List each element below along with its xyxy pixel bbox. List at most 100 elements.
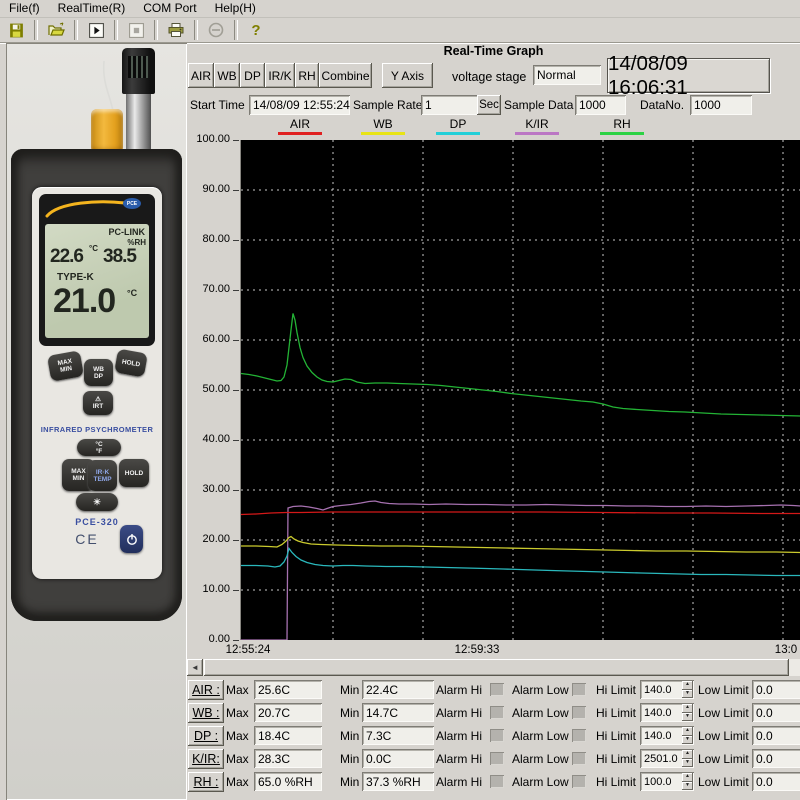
max-value-field[interactable]: 18.4C bbox=[254, 726, 322, 745]
y-axis-button[interactable]: Y Axis bbox=[382, 63, 433, 88]
max-value-field[interactable]: 65.0 %RH bbox=[254, 772, 322, 791]
chart-plot-area bbox=[240, 140, 800, 640]
start-button[interactable] bbox=[83, 19, 109, 41]
scrollbar-left-arrow[interactable]: ◄ bbox=[187, 659, 203, 676]
voltage-stage-label: voltage stage bbox=[452, 70, 526, 84]
row-channel-button-rh[interactable]: RH : bbox=[188, 772, 224, 792]
channel-button-dp[interactable]: DP bbox=[240, 63, 265, 88]
row-channel-button-air[interactable]: AIR : bbox=[188, 680, 224, 700]
toolbar-separator bbox=[234, 20, 238, 40]
min-label: Min bbox=[340, 775, 359, 789]
spinner-down-icon[interactable]: ▼ bbox=[682, 759, 693, 768]
spinner-up-icon[interactable]: ▲ bbox=[682, 773, 693, 782]
low-limit-field[interactable]: 0.0 bbox=[752, 726, 800, 745]
device-key-irk-temp: IR·KTEMP bbox=[88, 460, 117, 491]
print-button[interactable] bbox=[163, 19, 189, 41]
hi-limit-spinner[interactable]: ▲▼ bbox=[682, 750, 693, 767]
series-rh bbox=[241, 314, 800, 417]
min-value-field[interactable]: 0.0C bbox=[362, 749, 434, 768]
sample-rate-field[interactable]: 1 bbox=[421, 95, 479, 115]
y-axis-tick-label: 100.00 bbox=[196, 133, 230, 145]
x-axis-tick-label: 12:59:33 bbox=[455, 644, 500, 656]
max-value-field[interactable]: 25.6C bbox=[254, 680, 322, 699]
low-limit-field[interactable]: 0.0 bbox=[752, 703, 800, 722]
alarm-low-indicator bbox=[572, 683, 586, 696]
channel-button-combine[interactable]: Combine bbox=[319, 63, 372, 88]
y-axis-tick bbox=[233, 140, 239, 141]
spinner-up-icon[interactable]: ▲ bbox=[682, 704, 693, 713]
channel-button-wb[interactable]: WB bbox=[214, 63, 240, 88]
low-limit-label: Low Limit bbox=[698, 729, 749, 743]
clock-display: 14/08/09 16:06:31 bbox=[607, 58, 770, 93]
channel-button-irk[interactable]: IR/K bbox=[265, 63, 295, 88]
menu-help[interactable]: Help(H) bbox=[206, 0, 265, 17]
legend-label: AIR bbox=[278, 117, 322, 131]
hi-limit-spinner[interactable]: ▲▼ bbox=[682, 773, 693, 790]
start-time-field[interactable]: 14/08/09 12:55:24 bbox=[249, 95, 350, 115]
low-limit-field[interactable]: 0.0 bbox=[752, 680, 800, 699]
low-limit-field[interactable]: 0.0 bbox=[752, 749, 800, 768]
disconnect-button[interactable] bbox=[203, 19, 229, 41]
hi-limit-field[interactable]: 140.0▲▼ bbox=[640, 726, 694, 745]
hi-limit-field[interactable]: 140.0▲▼ bbox=[640, 703, 694, 722]
device-photo-panel: PCE PC-LINK %RH 22.6 °C 38.5 TYPE-K 21.0… bbox=[6, 43, 187, 800]
hi-limit-field[interactable]: 140.0▲▼ bbox=[640, 680, 694, 699]
x-axis-tick-label: 12:55:24 bbox=[226, 644, 271, 656]
save-icon bbox=[8, 22, 25, 39]
lcd-main-unit: °C bbox=[127, 288, 137, 298]
row-channel-button-wb[interactable]: WB : bbox=[188, 703, 224, 723]
spinner-down-icon[interactable]: ▼ bbox=[682, 690, 693, 699]
channel-button-rh[interactable]: RH bbox=[295, 63, 319, 88]
device-key-wb-dp: WBDP bbox=[84, 359, 113, 386]
min-value-field[interactable]: 37.3 %RH bbox=[362, 772, 434, 791]
menu-realtime[interactable]: RealTime(R) bbox=[49, 0, 135, 17]
printer-icon bbox=[167, 22, 185, 38]
min-value-field[interactable]: 14.7C bbox=[362, 703, 434, 722]
sample-data-label: Sample Data bbox=[504, 98, 573, 112]
open-button[interactable] bbox=[43, 19, 69, 41]
row-channel-button-dp[interactable]: DP : bbox=[188, 726, 224, 746]
readout-row-dp: DP :Max18.4CMin7.3CAlarm HiAlarm LowHi L… bbox=[187, 725, 800, 748]
play-icon bbox=[88, 22, 105, 39]
hi-limit-field[interactable]: 100.0▲▼ bbox=[640, 772, 694, 791]
legend-item-rh: RH bbox=[600, 117, 644, 135]
max-value-field[interactable]: 28.3C bbox=[254, 749, 322, 768]
y-axis-tick bbox=[233, 440, 239, 441]
low-limit-field[interactable]: 0.0 bbox=[752, 772, 800, 791]
sample-data-field[interactable]: 1000 bbox=[575, 95, 626, 115]
y-axis-tick bbox=[233, 390, 239, 391]
spinner-up-icon[interactable]: ▲ bbox=[682, 727, 693, 736]
spinner-up-icon[interactable]: ▲ bbox=[682, 681, 693, 690]
channel-button-air[interactable]: AIR bbox=[188, 63, 214, 88]
menu-file[interactable]: File(f) bbox=[0, 0, 49, 17]
spinner-down-icon[interactable]: ▼ bbox=[682, 782, 693, 791]
hi-limit-spinner[interactable]: ▲▼ bbox=[682, 704, 693, 721]
max-label: Max bbox=[226, 729, 249, 743]
stop-button[interactable] bbox=[123, 19, 149, 41]
hi-limit-spinner[interactable]: ▲▼ bbox=[682, 681, 693, 698]
voltage-stage-field[interactable]: Normal bbox=[533, 65, 601, 85]
start-time-label: Start Time bbox=[190, 98, 245, 112]
data-no-field[interactable]: 1000 bbox=[690, 95, 752, 115]
alarm-hi-indicator bbox=[490, 706, 504, 719]
spinner-down-icon[interactable]: ▼ bbox=[682, 713, 693, 722]
min-value-field[interactable]: 7.3C bbox=[362, 726, 434, 745]
min-value-field[interactable]: 22.4C bbox=[362, 680, 434, 699]
stop-icon bbox=[128, 22, 145, 39]
scrollbar-thumb[interactable] bbox=[204, 659, 789, 676]
hi-limit-field[interactable]: 2501.0▲▼ bbox=[640, 749, 694, 768]
menu-com-port[interactable]: COM Port bbox=[134, 0, 205, 17]
lcd-temp-unit: °C bbox=[89, 244, 98, 253]
max-label: Max bbox=[226, 683, 249, 697]
spinner-down-icon[interactable]: ▼ bbox=[682, 736, 693, 745]
max-value-field[interactable]: 20.7C bbox=[254, 703, 322, 722]
sec-button[interactable]: Sec bbox=[477, 95, 501, 115]
toolbar-separator bbox=[34, 20, 38, 40]
save-button[interactable] bbox=[3, 19, 29, 41]
spinner-up-icon[interactable]: ▲ bbox=[682, 750, 693, 759]
help-button[interactable]: ? bbox=[243, 19, 269, 41]
readout-row-rh: RH :Max65.0 %RHMin37.3 %RHAlarm HiAlarm … bbox=[187, 771, 800, 794]
hi-limit-spinner[interactable]: ▲▼ bbox=[682, 727, 693, 744]
row-channel-button-kir[interactable]: K/IR: bbox=[188, 749, 224, 769]
alarm-low-label: Alarm Low bbox=[512, 706, 569, 720]
